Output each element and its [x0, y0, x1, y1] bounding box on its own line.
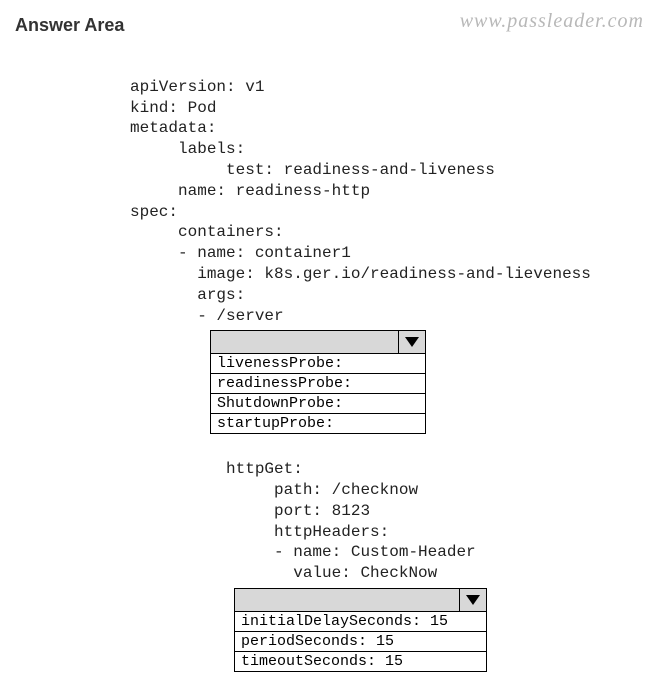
yaml-line: - /server	[130, 307, 284, 325]
timing-param-dropdown[interactable]: initialDelaySeconds: 15 periodSeconds: 1…	[234, 588, 487, 672]
dropdown-option[interactable]: ShutdownProbe:	[211, 394, 425, 414]
yaml-line: labels:	[130, 140, 245, 158]
dropdown-option[interactable]: startupProbe:	[211, 414, 425, 433]
yaml-line: containers:	[130, 223, 284, 241]
yaml-line: httpHeaders:	[130, 523, 389, 541]
dropdown-option[interactable]: timeoutSeconds: 15	[235, 652, 486, 671]
yaml-line: httpGet:	[130, 460, 303, 478]
yaml-line: args:	[130, 286, 245, 304]
dropdown-header[interactable]	[211, 331, 425, 354]
yaml-line: spec:	[130, 203, 178, 221]
yaml-line: name: readiness-http	[130, 182, 370, 200]
chevron-down-icon[interactable]	[459, 589, 486, 611]
watermark-text: www.passleader.com	[460, 10, 644, 33]
dropdown-header[interactable]	[235, 589, 486, 612]
yaml-line: metadata:	[130, 119, 216, 137]
yaml-line: value: CheckNow	[130, 564, 437, 582]
yaml-line: port: 8123	[130, 502, 370, 520]
yaml-line: image: k8s.ger.io/readiness-and-lievenes…	[130, 265, 591, 283]
yaml-line: apiVersion: v1	[130, 78, 264, 96]
yaml-block-httpget: httpGet: path: /checknow port: 8123 http…	[15, 438, 649, 584]
yaml-line: path: /checknow	[130, 481, 418, 499]
dropdown-option[interactable]: readinessProbe:	[211, 374, 425, 394]
yaml-block: apiVersion: v1 kind: Pod metadata: label…	[15, 56, 649, 326]
yaml-line: - name: container1	[130, 244, 351, 262]
probe-type-dropdown[interactable]: livenessProbe: readinessProbe: ShutdownP…	[210, 330, 426, 434]
yaml-line: test: readiness-and-liveness	[130, 161, 495, 179]
chevron-down-icon[interactable]	[398, 331, 425, 353]
dropdown-option[interactable]: periodSeconds: 15	[235, 632, 486, 652]
yaml-line: kind: Pod	[130, 99, 216, 117]
dropdown-option[interactable]: livenessProbe:	[211, 354, 425, 374]
yaml-line: - name: Custom-Header	[130, 543, 476, 561]
dropdown-option[interactable]: initialDelaySeconds: 15	[235, 612, 486, 632]
